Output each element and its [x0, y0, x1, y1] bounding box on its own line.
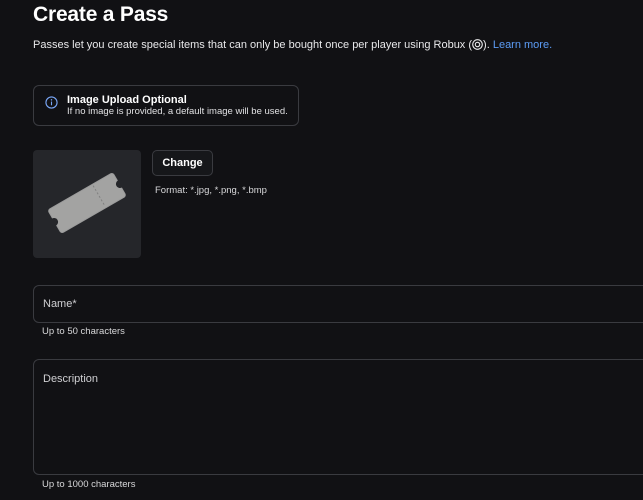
- required-asterisk: *: [72, 298, 77, 310]
- notice-title: Image Upload Optional: [67, 94, 187, 106]
- change-image-button[interactable]: Change: [152, 150, 213, 176]
- page-title: Create a Pass: [33, 3, 169, 26]
- info-icon: [45, 96, 58, 109]
- description-text: Passes let you create special items that…: [33, 39, 473, 51]
- notice-body: If no image is provided, a default image…: [67, 106, 288, 117]
- create-pass-page: Create a Pass Passes let you create spec…: [0, 0, 643, 500]
- robux-icon: [472, 39, 483, 50]
- description-field[interactable]: Description: [33, 359, 643, 475]
- page-description: Passes let you create special items that…: [33, 39, 552, 51]
- name-field-hint: Up to 50 characters: [42, 326, 125, 337]
- learn-more-link[interactable]: Learn more.: [493, 39, 552, 51]
- ticket-image: [48, 172, 126, 234]
- image-upload-notice: Image Upload Optional If no image is pro…: [33, 85, 299, 126]
- description-field-hint: Up to 1000 characters: [42, 479, 136, 490]
- image-format-hint: Format: *.jpg, *.png, *.bmp: [155, 185, 267, 196]
- name-field[interactable]: Name*: [33, 285, 643, 323]
- pass-image-preview: [33, 150, 141, 258]
- description-text-end: ).: [483, 39, 490, 51]
- name-label-text: Name: [43, 298, 73, 310]
- name-field-label: Name*: [43, 298, 77, 310]
- description-field-label: Description: [43, 373, 99, 385]
